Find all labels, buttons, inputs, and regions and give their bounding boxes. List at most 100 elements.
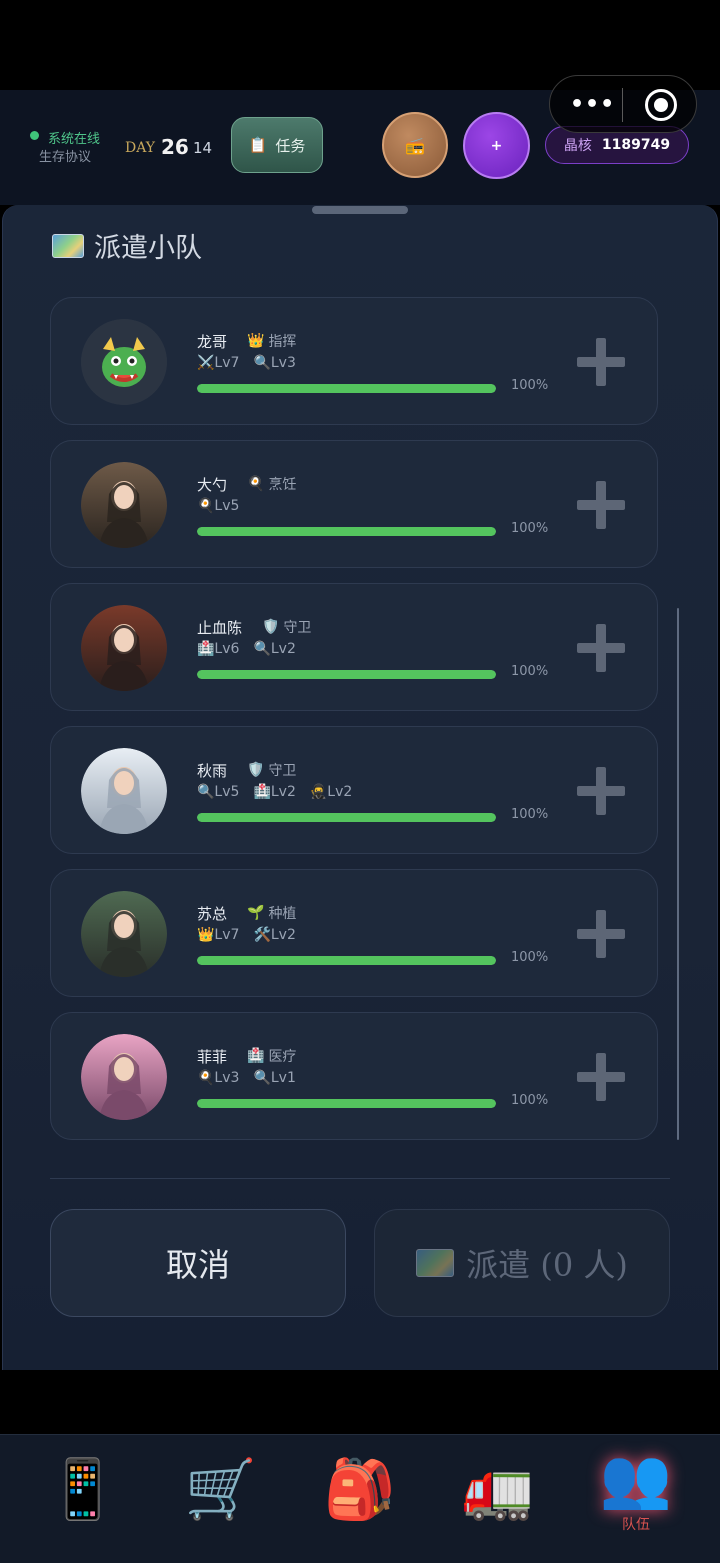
add-member-button[interactable] bbox=[577, 624, 625, 672]
cancel-button[interactable]: 取消 bbox=[50, 1209, 346, 1317]
member-avatar bbox=[81, 1034, 167, 1120]
role-icon: 👑 bbox=[247, 333, 265, 349]
member-card[interactable]: 苏总 🌱 种植 👑Lv7 🛠️Lv2 100% bbox=[50, 869, 658, 997]
role-icon: 🏥 bbox=[247, 1048, 265, 1064]
member-avatar bbox=[81, 891, 167, 977]
stamina-bar-fill bbox=[197, 384, 496, 393]
stamina-bar bbox=[197, 384, 496, 393]
role-label: 种植 bbox=[268, 906, 297, 922]
role-icon: 🛡️ bbox=[262, 619, 280, 635]
member-card[interactable]: 大勺 🍳 烹饪 🍳Lv5 100% bbox=[50, 440, 658, 568]
add-member-button[interactable] bbox=[577, 481, 625, 529]
member-avatar bbox=[81, 462, 167, 548]
stamina-percent: 100% bbox=[511, 1093, 549, 1108]
status-protocol-text: 生存协议 bbox=[39, 150, 92, 165]
member-name: 龙哥 bbox=[197, 333, 228, 351]
nav-item-shop[interactable]: 🛒 bbox=[171, 1435, 271, 1545]
nav-label-team: 队伍 bbox=[622, 1517, 650, 1533]
scrollbar[interactable] bbox=[677, 608, 679, 1140]
add-member-button[interactable] bbox=[577, 910, 625, 958]
role-label: 医疗 bbox=[268, 1049, 297, 1065]
target-icon[interactable] bbox=[645, 89, 677, 121]
skill-level: 🔍Lv1 bbox=[253, 1070, 296, 1086]
skill-level: 🍳Lv3 bbox=[197, 1070, 240, 1086]
member-role: 👑 指挥 bbox=[247, 331, 296, 351]
nav-item-backpack[interactable]: 🎒 bbox=[310, 1435, 410, 1545]
member-role: 🏥 医疗 bbox=[247, 1046, 296, 1066]
member-card[interactable]: 秋雨 🛡️ 守卫 🔍Lv5 🏥Lv2 🥷Lv2 100% bbox=[50, 726, 658, 854]
member-role: 🛡️ 守卫 bbox=[247, 760, 296, 780]
more-dots-icon[interactable]: ••• bbox=[570, 92, 615, 117]
stamina-bar-fill bbox=[197, 813, 496, 822]
online-status-dot bbox=[30, 131, 39, 140]
capsule-divider bbox=[622, 88, 623, 122]
skill-level: 🔍Lv5 bbox=[197, 784, 240, 800]
day-sub-number: 14 bbox=[193, 139, 213, 157]
stamina-bar bbox=[197, 813, 496, 822]
member-avatar bbox=[81, 319, 167, 405]
add-member-button[interactable] bbox=[577, 767, 625, 815]
day-number: 26 bbox=[161, 135, 189, 159]
stamina-bar-fill bbox=[197, 1099, 496, 1108]
sheet-title-text: 派遣小队 bbox=[94, 233, 202, 264]
team-icon: 👥 bbox=[599, 1444, 673, 1512]
skill-level: 🍳Lv5 bbox=[197, 498, 240, 514]
clipboard-icon: 📋 bbox=[248, 136, 268, 154]
member-skills: 🔍Lv5 🏥Lv2 🥷Lv2 bbox=[197, 784, 352, 800]
nav-item-phone[interactable]: 📱 bbox=[33, 1435, 133, 1545]
stamina-bar-fill bbox=[197, 527, 496, 536]
stamina-bar bbox=[197, 956, 496, 965]
bottom-nav: 📱 🛒 🎒 🚛 👥 队伍 bbox=[0, 1434, 720, 1563]
skill-level: 🔍Lv3 bbox=[253, 355, 296, 371]
add-member-button[interactable] bbox=[577, 338, 625, 386]
stamina-percent: 100% bbox=[511, 378, 549, 393]
nav-item-team[interactable]: 👥 队伍 bbox=[586, 1435, 686, 1545]
add-member-button[interactable] bbox=[577, 1053, 625, 1101]
stamina-bar bbox=[197, 527, 496, 536]
task-button-label: 任务 bbox=[275, 136, 306, 155]
role-label: 指挥 bbox=[268, 334, 297, 350]
member-skills: ⚔️Lv7 🔍Lv3 bbox=[197, 355, 296, 371]
member-card[interactable]: 止血陈 🛡️ 守卫 🏥Lv6 🔍Lv2 100% bbox=[50, 583, 658, 711]
member-card[interactable]: 龙哥 👑 指挥 ⚔️Lv7 🔍Lv3 100% bbox=[50, 297, 658, 425]
radio-button[interactable]: 📻 bbox=[382, 112, 448, 178]
plus-icon: + bbox=[490, 137, 503, 154]
day-label: DAY bbox=[125, 140, 156, 156]
nav-item-truck[interactable]: 🚛 bbox=[448, 1435, 548, 1545]
role-label: 守卫 bbox=[268, 763, 297, 779]
task-button[interactable]: 📋 任务 bbox=[231, 117, 323, 173]
skill-level: 🏥Lv6 bbox=[197, 641, 240, 657]
dispatch-button-label: 派遣 (0 人) bbox=[466, 1246, 628, 1284]
role-icon: 🛡️ bbox=[247, 762, 265, 778]
stamina-bar bbox=[197, 1099, 496, 1108]
stamina-percent: 100% bbox=[511, 950, 549, 965]
backpack-icon: 🎒 bbox=[323, 1455, 397, 1523]
member-card[interactable]: 菲菲 🏥 医疗 🍳Lv3 🔍Lv1 100% bbox=[50, 1012, 658, 1140]
member-name: 止血陈 bbox=[197, 619, 243, 637]
member-role: 🛡️ 守卫 bbox=[262, 617, 311, 637]
member-skills: 🍳Lv5 bbox=[197, 498, 239, 514]
stamina-bar bbox=[197, 670, 496, 679]
member-name: 菲菲 bbox=[197, 1048, 228, 1066]
stamina-bar-fill bbox=[197, 956, 496, 965]
stamina-percent: 100% bbox=[511, 521, 549, 536]
skill-level: 🏥Lv2 bbox=[253, 784, 296, 800]
role-label: 烹饪 bbox=[268, 477, 297, 493]
role-icon: 🌱 bbox=[247, 905, 265, 921]
skill-level: 🔍Lv2 bbox=[253, 641, 296, 657]
member-skills: 👑Lv7 🛠️Lv2 bbox=[197, 927, 296, 943]
truck-icon: 🚛 bbox=[461, 1455, 535, 1523]
stamina-bar-fill bbox=[197, 670, 496, 679]
dispatch-button[interactable]: 派遣 (0 人) bbox=[374, 1209, 670, 1317]
member-avatar bbox=[81, 605, 167, 691]
crystal-label: 晶核 bbox=[563, 138, 592, 154]
sheet-drag-handle[interactable] bbox=[312, 206, 408, 214]
member-role: 🌱 种植 bbox=[247, 903, 296, 923]
stamina-percent: 100% bbox=[511, 807, 549, 822]
map-icon bbox=[416, 1249, 455, 1277]
stamina-percent: 100% bbox=[511, 664, 549, 679]
cart-icon: 🛒 bbox=[184, 1455, 258, 1523]
role-label: 守卫 bbox=[283, 620, 312, 636]
add-button[interactable]: + bbox=[463, 112, 530, 179]
map-icon bbox=[52, 233, 84, 258]
